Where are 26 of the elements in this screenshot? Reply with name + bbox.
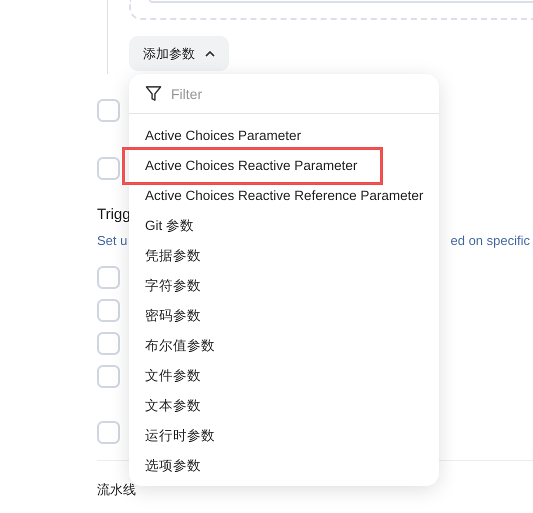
filter-icon [145, 85, 162, 102]
checkbox[interactable] [97, 99, 120, 122]
description-text: Set u [97, 233, 128, 248]
filter-field[interactable]: Filter [171, 86, 391, 102]
checkbox[interactable] [97, 266, 120, 289]
menu-item[interactable]: 文本参数 [129, 391, 223, 421]
menu-item[interactable]: 布尔值参数 [129, 331, 237, 361]
caret-icon [205, 50, 215, 56]
menu-item[interactable]: 字符参数 [129, 271, 223, 301]
menu-item[interactable]: Active Choices Reactive Reference Parameter [129, 181, 446, 211]
checkbox[interactable] [97, 299, 120, 322]
section-heading: 流水线 [97, 481, 137, 499]
checkbox[interactable] [97, 365, 120, 388]
checkbox[interactable] [97, 421, 120, 444]
menu-item[interactable]: 选项参数 [129, 451, 223, 481]
checkbox[interactable] [97, 332, 120, 355]
menu-item[interactable]: Git 参数 [129, 211, 216, 241]
section-heading: Trigg [97, 206, 132, 223]
checkbox[interactable] [97, 157, 120, 180]
menu-item[interactable]: 文件参数 [129, 361, 223, 391]
add-parameter-button[interactable]: 添加参数 [129, 36, 229, 71]
menu-item[interactable]: Active Choices Parameter [129, 121, 324, 151]
description-text: ed on specific [450, 233, 530, 248]
menu-item[interactable]: 凭据参数 [129, 241, 223, 271]
menu-item[interactable]: 运行时参数 [129, 421, 237, 451]
menu-item[interactable]: 密码参数 [129, 301, 223, 331]
